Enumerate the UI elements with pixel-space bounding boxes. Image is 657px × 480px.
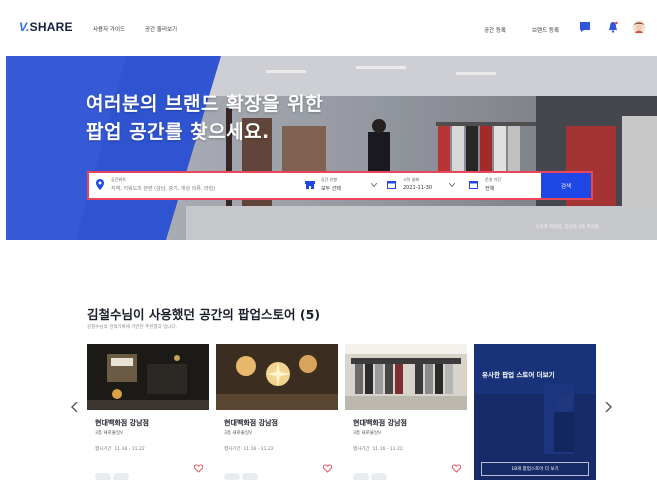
heart-icon[interactable] [194, 464, 203, 473]
tag [95, 473, 111, 480]
notification-icon[interactable] [606, 20, 620, 34]
search-button[interactable]: 검색 [541, 173, 591, 198]
hero-banner: 여러분의 브랜드 확장을 위한 팝업 공간를 찾으세요. 신세계 백화점, 강남… [6, 56, 657, 240]
card-title: 현대백화점 강남점 [95, 419, 149, 427]
chevron-down-icon [449, 183, 455, 187]
space-type-label: 공간 유형 [321, 177, 337, 182]
popup-store-card[interactable]: 현대백화점 강남점 3층 새로몰일V 행사기간 11.16 - 11.22 [87, 344, 209, 480]
see-more-button[interactable]: 18개 팝업스토어 더 보기 [481, 462, 589, 476]
start-date-label: 시작 날짜 [403, 177, 419, 182]
tag [353, 473, 369, 480]
avatar[interactable] [632, 20, 646, 34]
section-subtitle: 김철수님의 검색기록에 기반한 추천결과 입니다. [87, 325, 177, 330]
search-bar: 공간위치 지역, 키워드의 관련 (강남, 광기, 개성 의류, 라임) 공간 … [87, 171, 593, 200]
card-floor: 3층 새로몰일V [353, 431, 382, 436]
location-label: 공간위치 [111, 177, 126, 182]
tag [371, 473, 387, 480]
more-card-background [474, 344, 596, 480]
popup-store-card[interactable]: 현대백화점 강남점 3층 새로몰일V 행사기간 11.16 - 11.22 [345, 344, 467, 480]
period-field[interactable]: 운영 기간 전체 [469, 173, 543, 198]
card-image [345, 344, 467, 410]
card-tags [95, 466, 131, 480]
card-title: 현대백화점 강남점 [353, 419, 407, 427]
start-date-field[interactable]: 시작 날짜 2021-11-30 [387, 173, 465, 198]
card-period: 행사기간 11.16 - 11.22 [353, 447, 403, 452]
more-popup-stores-card[interactable]: 유사한 팝업 스토어 더보기 18개 팝업스토어 더 보기 [474, 344, 596, 480]
hero-background-image [6, 56, 657, 240]
tag [242, 473, 258, 480]
tag [224, 473, 240, 480]
card-period: 행사기간 11.16 - 11.22 [95, 447, 145, 452]
period-label: 운영 기간 [485, 177, 501, 182]
card-period: 행사기간 11.16 - 11.22 [224, 447, 274, 452]
card-floor: 3층 새로몰일V [95, 431, 124, 436]
card-title: 현대백화점 강남점 [224, 419, 278, 427]
card-tags [224, 466, 260, 480]
location-field[interactable]: 공간위치 지역, 키워드의 관련 (강남, 광기, 개성 의류, 라임) [89, 173, 301, 198]
card-floor: 3층 새로몰일V [224, 431, 253, 436]
tag [113, 473, 129, 480]
card-tags [353, 466, 389, 480]
header: V.SHARE 사용자 가이드 공간 둘러보기 공간 등록 브랜드 등록 [0, 0, 657, 56]
carousel-next-arrow[interactable] [604, 402, 612, 412]
location-input[interactable]: 지역, 키워드의 관련 (강남, 광기, 개성 의류, 라임) [111, 185, 215, 192]
heart-icon[interactable] [323, 464, 332, 473]
calendar-icon [387, 181, 396, 189]
location-pin-icon [96, 179, 104, 190]
card-image [216, 344, 338, 410]
hero-image-caption: 신세계 백화점, 강남점 3층 여성몰 [535, 225, 599, 230]
chevron-down-icon [371, 183, 377, 187]
space-type-select[interactable]: 공간 유형 모두 선택 [305, 173, 385, 198]
more-card-title: 유사한 팝업 스토어 더보기 [482, 371, 555, 379]
carousel-prev-arrow[interactable] [71, 402, 79, 412]
section-title: 김철수님이 사용했던 공간의 팝업스토어 (5) [87, 307, 321, 322]
chat-icon[interactable] [578, 20, 592, 34]
hero-headline: 여러분의 브랜드 확장을 위한 팝업 공간를 찾으세요. [86, 93, 324, 143]
register-brand-link[interactable]: 브랜드 등록 [532, 26, 559, 34]
calendar-icon [469, 181, 478, 189]
nav-user-guide[interactable]: 사용자 가이드 [93, 25, 125, 33]
store-icon [305, 181, 315, 189]
card-image [87, 344, 209, 410]
period-value: 전체 [485, 186, 495, 192]
logo[interactable]: V.SHARE [19, 20, 73, 34]
register-space-link[interactable]: 공간 등록 [484, 26, 506, 34]
start-date-value: 2021-11-30 [403, 185, 433, 191]
popup-store-card[interactable]: 현대백화점 강남점 3층 새로몰일V 행사기간 11.16 - 11.22 [216, 344, 338, 480]
heart-icon[interactable] [452, 464, 461, 473]
nav-browse-spaces[interactable]: 공간 둘러보기 [145, 25, 177, 33]
space-type-value: 모두 선택 [321, 186, 341, 192]
